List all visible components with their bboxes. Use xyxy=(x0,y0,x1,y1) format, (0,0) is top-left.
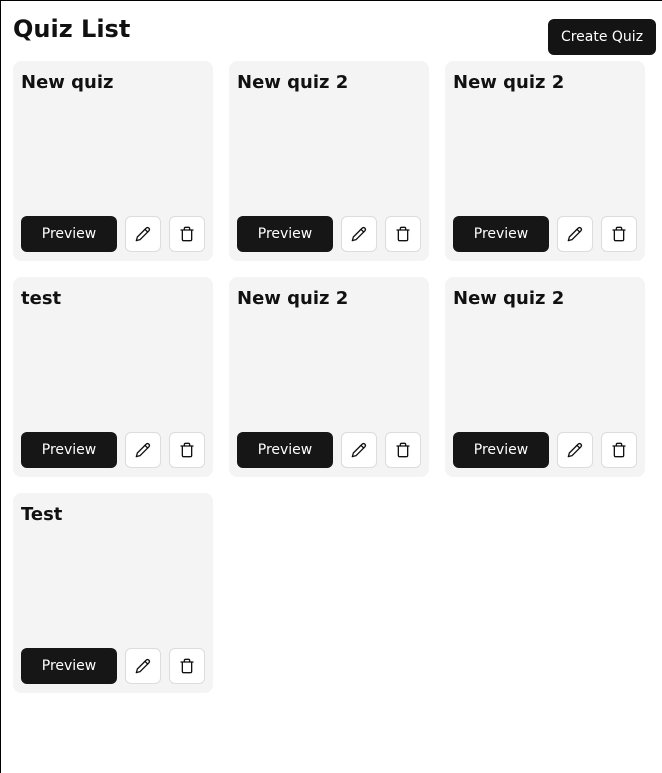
delete-button[interactable] xyxy=(601,432,637,468)
create-quiz-button[interactable]: Create Quiz xyxy=(548,19,656,55)
trash-icon xyxy=(612,226,626,242)
quiz-title: test xyxy=(21,288,62,309)
edit-button[interactable] xyxy=(125,432,161,468)
pencil-icon xyxy=(135,226,151,242)
preview-button[interactable]: Preview xyxy=(21,216,117,252)
pencil-icon xyxy=(135,658,151,674)
quiz-card: New quiz 2 Preview xyxy=(445,277,645,477)
edit-button[interactable] xyxy=(557,216,593,252)
edit-button[interactable] xyxy=(341,216,377,252)
quiz-title: New quiz 2 xyxy=(453,72,565,93)
pencil-icon xyxy=(351,442,367,458)
trash-icon xyxy=(396,442,410,458)
quiz-title: Test xyxy=(21,504,63,525)
quiz-card: test Preview xyxy=(13,277,213,477)
pencil-icon xyxy=(351,226,367,242)
pencil-icon xyxy=(567,226,583,242)
preview-button[interactable]: Preview xyxy=(453,432,549,468)
quiz-card: Test Preview xyxy=(13,493,213,693)
page-title: Quiz List xyxy=(13,15,131,43)
edit-button[interactable] xyxy=(125,648,161,684)
quiz-card: New quiz 2 Preview xyxy=(445,61,645,261)
quiz-title: New quiz 2 xyxy=(237,72,349,93)
quiz-title: New quiz 2 xyxy=(453,288,565,309)
quiz-card: New quiz 2 Preview xyxy=(229,61,429,261)
delete-button[interactable] xyxy=(169,432,205,468)
delete-button[interactable] xyxy=(169,648,205,684)
quiz-grid: New quiz Preview New quiz 2 Preview New … xyxy=(13,61,645,693)
quiz-title: New quiz 2 xyxy=(237,288,349,309)
edit-button[interactable] xyxy=(557,432,593,468)
quiz-card: New quiz 2 Preview xyxy=(229,277,429,477)
edit-button[interactable] xyxy=(125,216,161,252)
trash-icon xyxy=(612,442,626,458)
preview-button[interactable]: Preview xyxy=(237,216,333,252)
trash-icon xyxy=(180,442,194,458)
preview-button[interactable]: Preview xyxy=(21,432,117,468)
delete-button[interactable] xyxy=(169,216,205,252)
trash-icon xyxy=(180,658,194,674)
preview-button[interactable]: Preview xyxy=(237,432,333,468)
quiz-card: New quiz Preview xyxy=(13,61,213,261)
delete-button[interactable] xyxy=(385,432,421,468)
pencil-icon xyxy=(567,442,583,458)
delete-button[interactable] xyxy=(601,216,637,252)
preview-button[interactable]: Preview xyxy=(21,648,117,684)
pencil-icon xyxy=(135,442,151,458)
edit-button[interactable] xyxy=(341,432,377,468)
trash-icon xyxy=(180,226,194,242)
delete-button[interactable] xyxy=(385,216,421,252)
preview-button[interactable]: Preview xyxy=(453,216,549,252)
quiz-title: New quiz xyxy=(21,72,114,93)
trash-icon xyxy=(396,226,410,242)
